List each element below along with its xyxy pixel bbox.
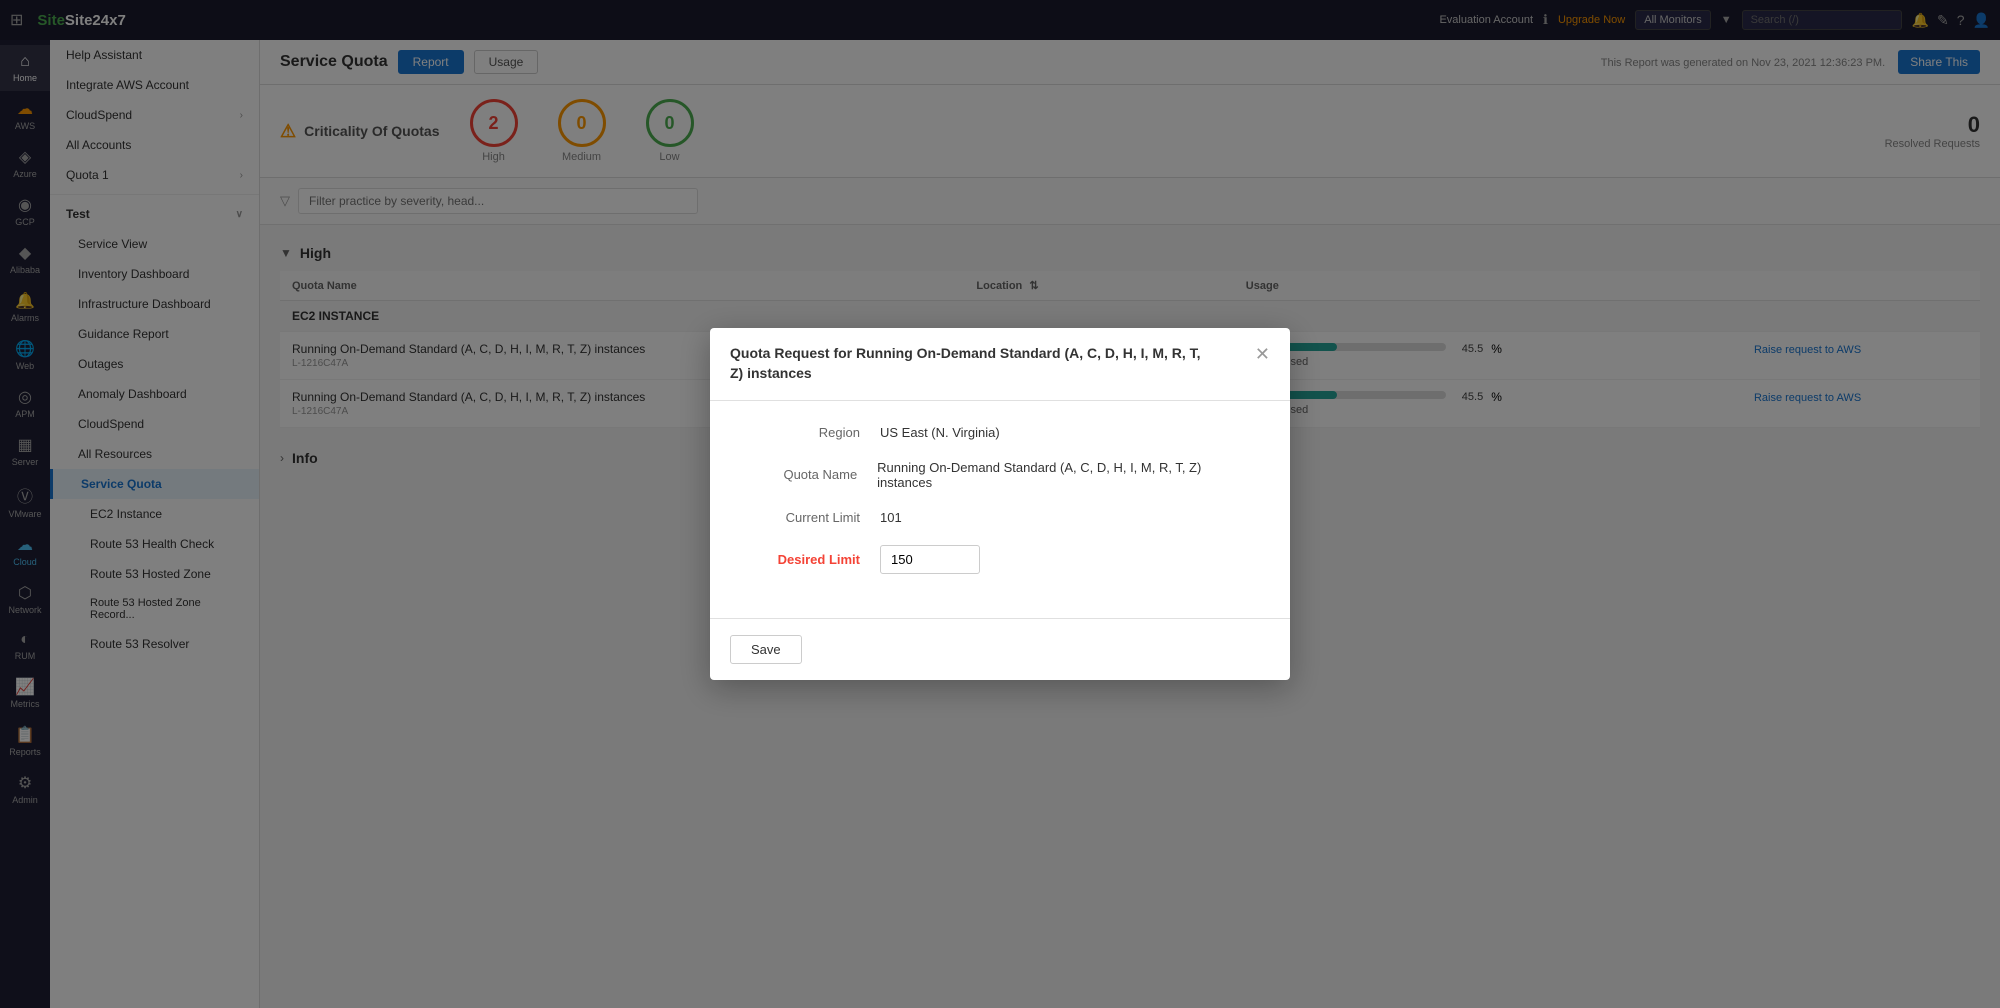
quota-name-label: Quota Name — [750, 467, 877, 482]
modal-overlay[interactable]: Quota Request for Running On-Demand Stan… — [0, 0, 2000, 1008]
current-limit-value: 101 — [880, 510, 902, 525]
modal-header: Quota Request for Running On-Demand Stan… — [710, 328, 1290, 400]
desired-limit-label: Desired Limit — [750, 552, 880, 567]
region-label: Region — [750, 425, 880, 440]
region-value: US East (N. Virginia) — [880, 425, 1000, 440]
modal-current-limit-row: Current Limit 101 — [750, 510, 1250, 525]
quota-request-modal: Quota Request for Running On-Demand Stan… — [710, 328, 1290, 679]
quota-name-value: Running On-Demand Standard (A, C, D, H, … — [877, 460, 1250, 490]
save-button[interactable]: Save — [730, 635, 802, 664]
desired-limit-input[interactable] — [880, 545, 980, 574]
modal-quota-name-row: Quota Name Running On-Demand Standard (A… — [750, 460, 1250, 490]
modal-close-button[interactable]: ✕ — [1255, 344, 1270, 365]
modal-footer: Save — [710, 618, 1290, 680]
modal-body: Region US East (N. Virginia) Quota Name … — [710, 401, 1290, 618]
current-limit-label: Current Limit — [750, 510, 880, 525]
modal-title: Quota Request for Running On-Demand Stan… — [730, 344, 1216, 383]
modal-region-row: Region US East (N. Virginia) — [750, 425, 1250, 440]
modal-desired-limit-row: Desired Limit — [750, 545, 1250, 574]
